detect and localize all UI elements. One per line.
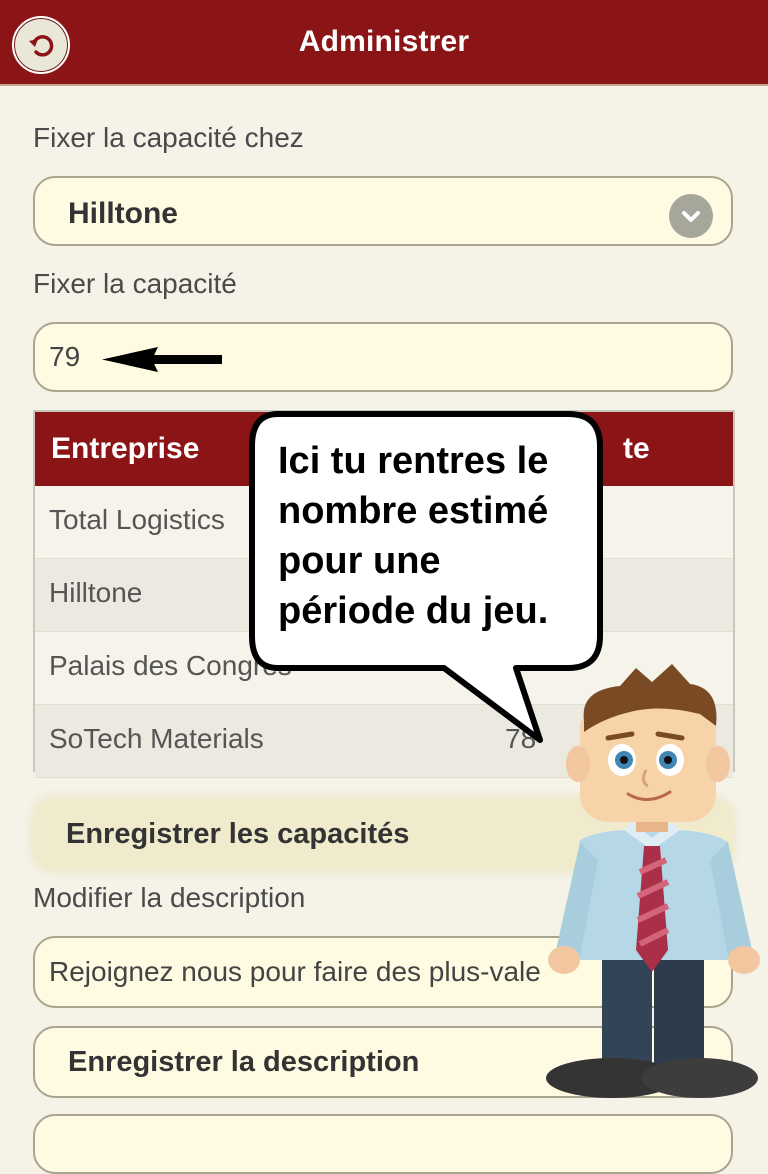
tooltip-line: Ici tu rentres le xyxy=(278,440,549,482)
capacity-value: 79 xyxy=(49,341,81,372)
tooltip-text: Ici tu rentres le nombre estimé pour une… xyxy=(278,436,588,636)
cell-company: Hilltone xyxy=(49,577,143,608)
chevron-down-icon xyxy=(669,194,713,238)
cell-company: Total Logistics xyxy=(49,504,225,535)
page-title: Administrer xyxy=(298,25,470,58)
capacity-location-select[interactable]: Hilltone xyxy=(33,176,733,246)
next-field[interactable] xyxy=(33,1114,733,1174)
back-button[interactable] xyxy=(12,16,70,74)
column-header-company: Entreprise xyxy=(51,432,200,465)
app-header: Administrer xyxy=(0,0,768,86)
tooltip-line: nombre estimé xyxy=(278,490,549,532)
cell-company: SoTech Materials xyxy=(49,723,264,754)
capacity-location-value: Hilltone xyxy=(68,197,178,230)
character-mascot xyxy=(546,664,760,1098)
tooltip-line: période du jeu. xyxy=(278,590,549,632)
capacity-label: Fixer la capacité xyxy=(33,268,237,299)
description-value: Rejoignez nous pour faire des plus-vale xyxy=(49,956,541,987)
capacity-location-label: Fixer la capacité chez xyxy=(33,122,304,153)
save-description-label: Enregistrer la description xyxy=(68,1045,420,1078)
column-header-capacity: te xyxy=(623,432,650,465)
save-capacities-label: Enregistrer les capacités xyxy=(66,817,410,850)
description-label: Modifier la description xyxy=(33,882,306,913)
tooltip-line: pour une xyxy=(278,540,441,582)
pointer-arrow-icon xyxy=(102,347,222,372)
back-arrow-icon xyxy=(29,35,54,57)
